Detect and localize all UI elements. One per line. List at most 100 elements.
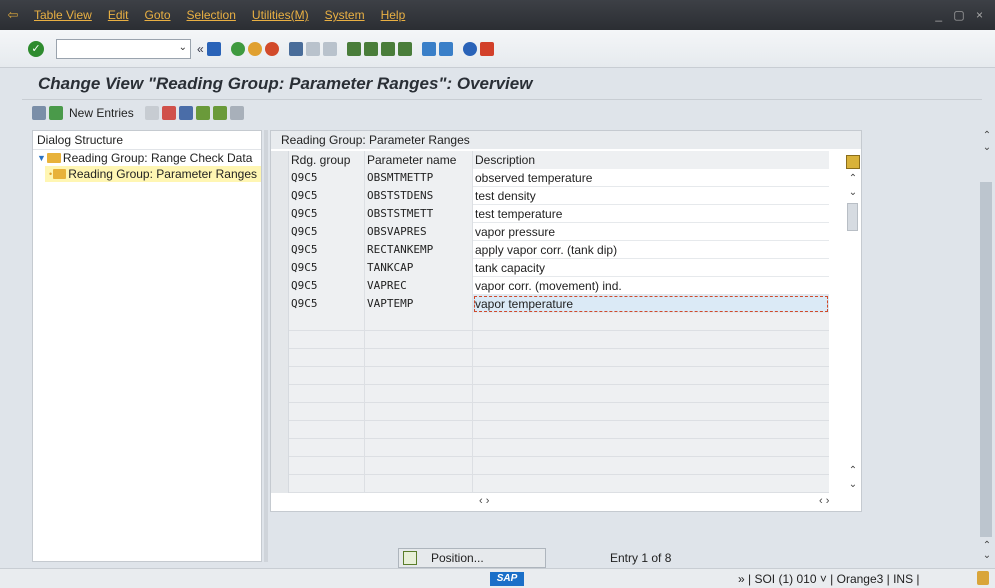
menu-selection[interactable]: Selection [179, 8, 244, 22]
cell-description[interactable]: test temperature [473, 205, 829, 223]
menu-goto[interactable]: Goto [137, 8, 179, 22]
row-selector [271, 331, 289, 349]
cell-description[interactable]: observed temperature [473, 169, 829, 187]
window-controls[interactable]: _ ▢ × [935, 8, 987, 22]
column-config-icon[interactable] [846, 155, 860, 169]
find-next-icon[interactable] [322, 41, 337, 56]
page-title: Change View "Reading Group: Parameter Ra… [38, 74, 533, 93]
row-selector [271, 367, 289, 385]
last-page-icon[interactable] [397, 41, 412, 56]
command-field[interactable]: ⌄ [56, 38, 191, 59]
next-page-icon[interactable] [380, 41, 395, 56]
undo-change-icon[interactable] [178, 106, 193, 120]
tree-node-parameter-ranges[interactable]: • Reading Group: Parameter Ranges [45, 166, 261, 182]
empty-cell [473, 421, 829, 439]
tree-node-range-check-data[interactable]: ▼ Reading Group: Range Check Data [33, 150, 261, 166]
cell-description[interactable]: tank capacity [473, 259, 829, 277]
scroll-left-right-icon[interactable]: ‹ › [479, 495, 489, 507]
first-page-icon[interactable] [346, 41, 361, 56]
display-change-icon[interactable] [32, 106, 46, 120]
cell-description[interactable]: test density [473, 187, 829, 205]
empty-cell [289, 313, 365, 331]
dialog-structure-tree: Dialog Structure ▼ Reading Group: Range … [32, 130, 262, 562]
select-all-icon[interactable] [195, 106, 210, 120]
empty-cell [289, 367, 365, 385]
deselect-all-icon[interactable] [229, 106, 244, 120]
menu-table-view[interactable]: Table View [26, 8, 100, 22]
cancel-icon[interactable] [264, 41, 279, 56]
previous-page-icon[interactable] [363, 41, 378, 56]
scroll-up-icon[interactable]: ⌃ [980, 130, 994, 141]
exit-icon[interactable] [247, 41, 262, 56]
splitter[interactable] [264, 130, 268, 562]
row-selector[interactable] [271, 169, 289, 187]
cell-parameter-name: OBSMTMETTP [365, 169, 473, 187]
print-icon[interactable] [288, 41, 303, 56]
row-selector[interactable] [271, 205, 289, 223]
cell-description-focused[interactable]: vapor temperature [473, 295, 829, 313]
scroll-left-right-icon[interactable]: ‹ › [819, 495, 829, 507]
empty-row [271, 313, 831, 331]
chevron-down-icon[interactable]: ⌄ [179, 42, 187, 53]
column-header-parameter-name[interactable]: Parameter name [365, 151, 473, 169]
find-icon[interactable] [305, 41, 320, 56]
layout-menu-icon[interactable] [479, 41, 494, 56]
shortcut-icon[interactable] [438, 41, 453, 56]
empty-cell [473, 403, 829, 421]
window-vertical-scrollbar[interactable]: ⌃ ⌄ ⌃ ⌄ [980, 130, 994, 561]
cell-rdg-group: Q9C5 [289, 277, 365, 295]
scroll-down-icon[interactable]: ⌄ [980, 142, 994, 153]
cell-description[interactable]: vapor pressure [473, 223, 829, 241]
save-icon[interactable] [206, 41, 221, 56]
cell-description[interactable]: apply vapor corr. (tank dip) [473, 241, 829, 259]
new-session-icon[interactable] [421, 41, 436, 56]
row-selector[interactable] [271, 259, 289, 277]
cell-parameter-name: TANKCAP [365, 259, 473, 277]
row-selector[interactable] [271, 223, 289, 241]
empty-cell [365, 385, 473, 403]
scroll-up-icon[interactable]: ⌃ [846, 465, 860, 476]
scroll-up-icon[interactable]: ⌃ [846, 173, 860, 184]
cell-parameter-name: OBSTSTDENS [365, 187, 473, 205]
help-icon[interactable] [462, 41, 477, 56]
table-vertical-scrollbar[interactable]: ⌃ ⌄ ⌃ ⌄ [846, 173, 860, 490]
system-info[interactable]: » | SOI (1) 010 ˅ | Orange3 | INS | [738, 572, 920, 586]
row-selector[interactable] [271, 277, 289, 295]
select-block-icon[interactable] [212, 106, 227, 120]
table-row: Q9C5 OBSTSTDENS test density [271, 187, 831, 205]
cell-rdg-group: Q9C5 [289, 169, 365, 187]
menu-icon[interactable]: ⇦ [0, 7, 26, 23]
row-selector[interactable] [271, 241, 289, 259]
enter-icon[interactable]: ✓ [28, 40, 44, 57]
empty-row [271, 475, 831, 493]
empty-cell [473, 367, 829, 385]
select-all-cell[interactable] [271, 151, 289, 169]
menu-system[interactable]: System [317, 8, 373, 22]
expand-triangle-icon[interactable]: ▼ [37, 153, 46, 163]
new-entries-button[interactable]: New Entries [69, 106, 134, 120]
column-header-rdg-group[interactable]: Rdg. group [289, 151, 365, 169]
row-selector[interactable] [271, 187, 289, 205]
back-icon[interactable] [230, 41, 245, 56]
position-button[interactable]: Position... [398, 548, 546, 568]
lock-icon[interactable] [977, 571, 989, 585]
scrollbar-thumb[interactable] [847, 203, 858, 231]
scroll-down-icon[interactable]: ⌄ [846, 187, 860, 198]
cell-description[interactable]: vapor corr. (movement) ind. [473, 277, 829, 295]
menu-utilities[interactable]: Utilities(M) [244, 8, 317, 22]
copy-as-icon[interactable] [144, 106, 159, 120]
entry-counter: Entry 1 of 8 [610, 551, 672, 565]
scrollbar-track[interactable] [980, 182, 992, 537]
double-chevron-icon[interactable]: « [197, 42, 204, 56]
empty-cell [289, 331, 365, 349]
delete-icon[interactable] [161, 106, 176, 120]
other-view-icon[interactable] [49, 106, 63, 120]
sap-logo: SAP [490, 572, 524, 586]
row-selector[interactable] [271, 295, 289, 313]
menu-help[interactable]: Help [373, 8, 414, 22]
scroll-down-icon[interactable]: ⌄ [846, 479, 860, 490]
menu-edit[interactable]: Edit [100, 8, 137, 22]
column-header-description[interactable]: Description [473, 151, 829, 169]
cell-parameter-name: OBSVAPRES [365, 223, 473, 241]
scroll-down-icon[interactable]: ⌄ [980, 550, 994, 561]
